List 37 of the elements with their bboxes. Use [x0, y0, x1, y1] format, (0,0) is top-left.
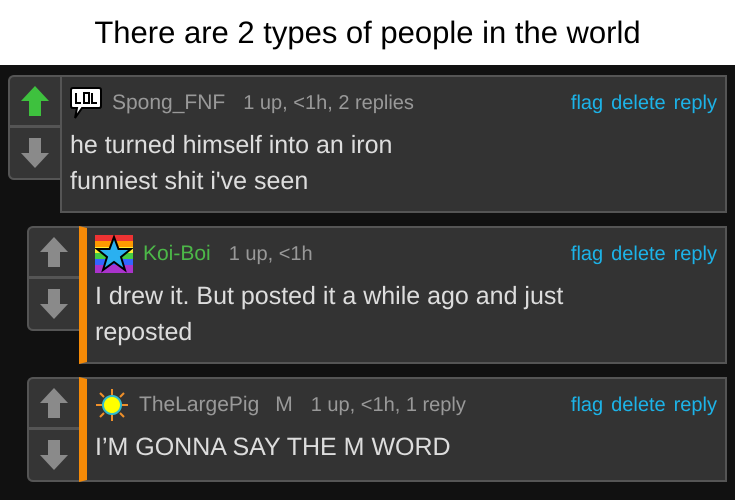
action-link[interactable]: flag: [570, 92, 604, 114]
action-link[interactable]: delete: [611, 242, 666, 266]
caption: There are 2 types of people in the world: [94, 14, 641, 50]
up-arrow-icon: [39, 387, 69, 419]
action-link[interactable]: reply: [674, 92, 717, 114]
upvote-button[interactable]: [27, 226, 79, 278]
action-link[interactable]: delete: [611, 92, 666, 114]
comment-text: funniest shit i've seen: [70, 166, 310, 197]
username-link[interactable]: Spong_FNF: [112, 91, 226, 115]
action-link[interactable]: reply: [674, 394, 717, 416]
rainbow-star-icon: [95, 235, 133, 273]
down-arrow-icon: [39, 439, 69, 471]
comment-text: I’M GONNA SAY THE M WORD: [95, 432, 452, 463]
downvote-button[interactable]: [27, 278, 79, 331]
action-link[interactable]: flag: [570, 242, 604, 266]
username-link[interactable]: Koi-Boi: [143, 242, 211, 266]
action-link[interactable]: delete: [611, 394, 666, 416]
up-arrow-icon: [20, 85, 50, 117]
upvote-button[interactable]: [8, 75, 60, 127]
user-flair-text: M: [275, 393, 293, 417]
upvote-button[interactable]: [27, 377, 79, 429]
comment-meta: 1 up, <1h, 1 reply: [310, 394, 466, 416]
down-arrow-icon: [20, 137, 50, 169]
comment-meta: 1 up, <1h: [228, 242, 313, 266]
username-link[interactable]: TheLargePig: [139, 393, 260, 417]
comment-meta: 1 up, <1h, 2 replies: [243, 92, 414, 114]
sun-icon: [95, 388, 129, 422]
action-link[interactable]: flag: [570, 394, 604, 416]
comment-text: I drew it. But posted it a while ago and just: [95, 281, 564, 312]
downvote-button[interactable]: [8, 127, 60, 180]
downvote-button[interactable]: [27, 429, 79, 482]
lol-speech-bubble-icon: [70, 86, 102, 120]
action-link[interactable]: reply: [674, 242, 717, 266]
comment-text: reposted: [95, 317, 194, 348]
comment-text: he turned himself into an iron: [70, 130, 394, 161]
up-arrow-icon: [39, 236, 69, 268]
down-arrow-icon: [39, 288, 69, 320]
